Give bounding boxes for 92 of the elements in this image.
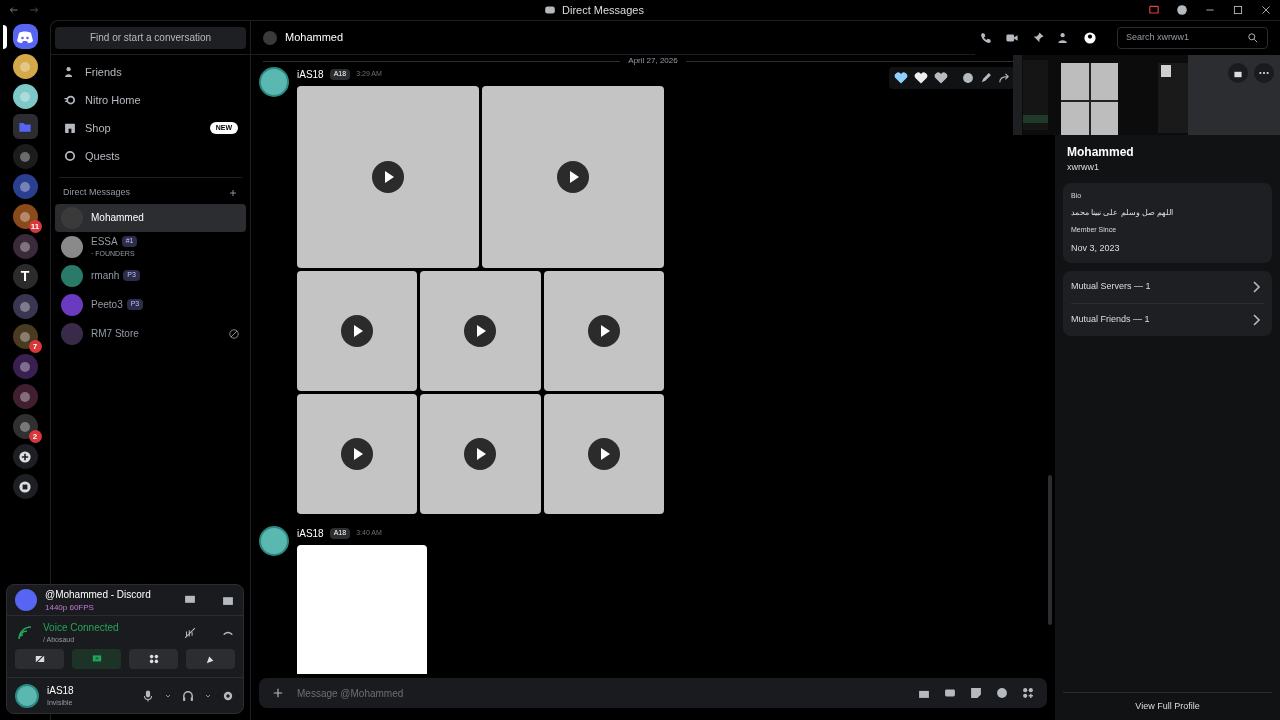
microphone-icon[interactable] bbox=[141, 688, 155, 703]
grid-icon bbox=[147, 653, 160, 665]
user-avatar[interactable] bbox=[259, 67, 289, 97]
video-thumbnail[interactable] bbox=[543, 271, 664, 391]
more-button[interactable] bbox=[1254, 63, 1274, 83]
play-icon[interactable] bbox=[372, 161, 404, 193]
server-icon[interactable] bbox=[12, 24, 38, 49]
server-icon[interactable] bbox=[12, 204, 38, 229]
compass-icon bbox=[17, 478, 33, 495]
video-thumbnail[interactable] bbox=[297, 86, 479, 268]
play-icon[interactable] bbox=[464, 438, 497, 470]
search-field[interactable]: Find or start a conversation bbox=[55, 26, 246, 49]
maximize-icon[interactable] bbox=[1232, 4, 1244, 16]
username: rmanh bbox=[91, 269, 120, 283]
play-icon[interactable] bbox=[341, 315, 374, 347]
play-icon[interactable] bbox=[557, 161, 589, 193]
date-divider: April 27, 2026 bbox=[628, 55, 678, 67]
search-icon bbox=[1247, 32, 1259, 44]
dm-item[interactable]: RM7 Store bbox=[55, 319, 246, 348]
nav-item[interactable]: Quests bbox=[55, 143, 246, 169]
message-composer[interactable]: Message @Mohammed bbox=[259, 678, 1047, 708]
username: iAS18 bbox=[47, 683, 75, 698]
camera-off-icon bbox=[33, 653, 46, 665]
forward-icon[interactable] bbox=[997, 71, 1011, 85]
user-avatar[interactable] bbox=[259, 526, 289, 556]
play-icon[interactable] bbox=[587, 315, 620, 347]
camera-off-button[interactable] bbox=[15, 649, 64, 669]
video-thumbnail[interactable] bbox=[297, 271, 418, 391]
nav-item[interactable]: Nitro Home bbox=[55, 87, 246, 113]
avatar bbox=[263, 30, 277, 45]
username: Peeto3 bbox=[91, 298, 123, 312]
headphones-icon[interactable] bbox=[181, 688, 195, 703]
play-icon[interactable] bbox=[587, 438, 620, 470]
video-thumbnail[interactable] bbox=[543, 394, 664, 514]
voice-status: Voice Connected bbox=[43, 620, 120, 635]
plus-icon[interactable] bbox=[271, 686, 285, 700]
message-author[interactable]: iAS18 bbox=[297, 526, 324, 541]
server-icon[interactable] bbox=[12, 84, 38, 109]
server-icon[interactable] bbox=[12, 474, 38, 499]
username: Mohammed bbox=[91, 211, 144, 225]
profile-name: Mohammed bbox=[1067, 144, 1135, 161]
plus-icon[interactable] bbox=[228, 187, 238, 198]
gift-button[interactable] bbox=[1228, 63, 1248, 83]
stream-title: @Mohammed - Discord bbox=[45, 587, 152, 602]
user-avatar[interactable] bbox=[15, 683, 39, 708]
play-icon[interactable] bbox=[464, 315, 497, 347]
user-profile-icon[interactable] bbox=[1083, 31, 1097, 45]
screen-share-button[interactable] bbox=[72, 649, 121, 669]
storefront-icon bbox=[63, 121, 77, 135]
message-author[interactable]: iAS18 bbox=[297, 67, 324, 82]
server-icon[interactable] bbox=[12, 54, 38, 79]
channel-title: Mohammed bbox=[285, 30, 344, 46]
play-icon[interactable] bbox=[341, 438, 374, 470]
message-input[interactable]: Message @Mohammed bbox=[297, 685, 905, 701]
apps-icon[interactable] bbox=[1021, 686, 1035, 700]
profile-username: xwrww1 bbox=[1067, 161, 1100, 174]
activities-button[interactable] bbox=[129, 649, 178, 669]
mutual-link[interactable]: Mutual Servers — 1 bbox=[1063, 271, 1272, 303]
bio-text: اللهم صل وسلم على نبينا محمد bbox=[1071, 207, 1174, 219]
close-icon[interactable] bbox=[1260, 4, 1272, 16]
nitro-icon bbox=[63, 93, 77, 107]
phone-icon[interactable] bbox=[979, 31, 993, 45]
video-thumbnail[interactable] bbox=[297, 394, 418, 514]
stream-quality: 1440p 60FPS bbox=[45, 601, 95, 614]
noise-suppression-icon[interactable] bbox=[183, 625, 197, 640]
pencil-icon[interactable] bbox=[979, 71, 993, 85]
server-initial: T bbox=[20, 267, 30, 286]
video-thumbnail[interactable] bbox=[420, 271, 541, 391]
member-since: Nov 3, 2023 bbox=[1071, 241, 1121, 255]
username: ESSA bbox=[91, 234, 118, 249]
dm-item[interactable]: Mohammed bbox=[55, 203, 246, 232]
view-profile-link[interactable]: View Full Profile bbox=[1135, 699, 1200, 714]
server-icon[interactable] bbox=[12, 414, 38, 439]
username: RM7 Store bbox=[91, 327, 139, 341]
section-heading: Direct Messages bbox=[63, 186, 132, 199]
server-icon[interactable] bbox=[12, 444, 38, 469]
server-icon[interactable]: T bbox=[12, 264, 38, 289]
plus-icon bbox=[17, 448, 33, 465]
soundboard-button[interactable] bbox=[186, 649, 235, 669]
search-field[interactable]: Search xwrww1 bbox=[1117, 27, 1268, 49]
video-thumbnail[interactable] bbox=[482, 86, 664, 268]
sticker-icon[interactable] bbox=[969, 686, 983, 700]
monitor-icon[interactable] bbox=[1148, 4, 1160, 16]
heart-icon[interactable] bbox=[913, 70, 929, 86]
mutual-link[interactable]: Mutual Friends — 1 bbox=[1063, 304, 1272, 336]
heart-icon[interactable] bbox=[933, 70, 949, 86]
quest-icon bbox=[63, 149, 77, 163]
nav-item[interactable]: Friends bbox=[55, 59, 246, 85]
video-thumbnail[interactable] bbox=[420, 394, 541, 514]
heart-icon[interactable] bbox=[893, 70, 909, 86]
app-avatar bbox=[15, 589, 37, 611]
window-title: Direct Messages bbox=[562, 2, 644, 18]
